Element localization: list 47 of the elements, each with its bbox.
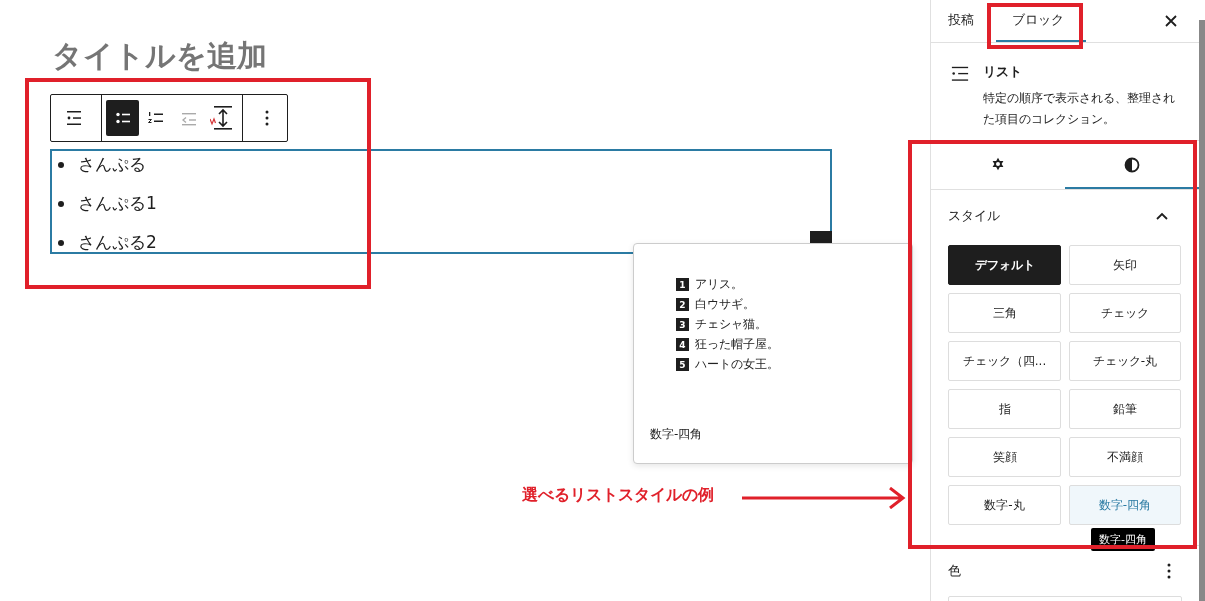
- unordered-button[interactable]: [106, 100, 139, 136]
- style-option[interactable]: チェック-丸: [1069, 341, 1181, 381]
- preview-item: 狂った帽子屋。: [695, 336, 779, 353]
- section-heading: 色: [948, 562, 961, 580]
- preview-label: 数字-四角: [650, 426, 703, 443]
- style-option[interactable]: チェック（四...: [948, 341, 1061, 381]
- number-square: 2: [676, 298, 689, 311]
- sidebar-tab[interactable]: ブロック: [996, 0, 1086, 42]
- style-option[interactable]: チェック: [1069, 293, 1181, 333]
- block-description: 特定の順序で表示される、整理された項目のコレクション。: [983, 90, 1176, 128]
- close-icon[interactable]: [1165, 15, 1177, 27]
- style-option[interactable]: 三角: [948, 293, 1061, 333]
- preview-item: チェシャ猫。: [695, 316, 767, 333]
- preview-item: ハートの女王。: [695, 356, 779, 373]
- style-option[interactable]: 数字-四角: [1069, 485, 1181, 525]
- bullet-icon: [58, 200, 64, 207]
- sidebar-tab[interactable]: 投稿: [947, 0, 986, 42]
- bullet-icon: [58, 239, 64, 246]
- section-heading: スタイル: [948, 207, 1000, 225]
- chevron-up-icon[interactable]: [1156, 212, 1168, 220]
- list-item[interactable]: さんぷる: [78, 153, 146, 176]
- style-option[interactable]: 矢印: [1069, 245, 1181, 285]
- preview-item: 白ウサギ。: [695, 296, 755, 313]
- style-option[interactable]: 鉛筆: [1069, 389, 1181, 429]
- style-option[interactable]: 不満顔: [1069, 437, 1181, 477]
- list-item[interactable]: さんぷる1: [78, 192, 157, 215]
- block-name: リスト: [983, 63, 1023, 81]
- title-placeholder[interactable]: タイトルを追加: [52, 38, 930, 74]
- list-icon: [64, 108, 84, 128]
- contrast-icon: [1124, 157, 1140, 173]
- bullet-icon: [58, 161, 64, 168]
- more-options-icon[interactable]: [1167, 563, 1171, 579]
- list-item[interactable]: さんぷる2: [78, 231, 157, 254]
- number-square: 5: [676, 358, 689, 371]
- more-options-icon: [264, 108, 270, 128]
- number-square: 1: [676, 278, 689, 291]
- style-option[interactable]: デフォルト: [948, 245, 1061, 285]
- line-height-icon: [209, 104, 234, 132]
- style-option[interactable]: 笑顔: [948, 437, 1061, 477]
- list-icon: [951, 64, 969, 84]
- preview-item: アリス。: [695, 276, 743, 293]
- annotation-text: 選べるリストスタイルの例: [522, 485, 714, 506]
- style-option[interactable]: 指: [948, 389, 1061, 429]
- number-square: 3: [676, 318, 689, 331]
- style-option[interactable]: 数字-丸: [948, 485, 1061, 525]
- scrollbar[interactable]: [1199, 20, 1205, 601]
- number-square: 4: [676, 338, 689, 351]
